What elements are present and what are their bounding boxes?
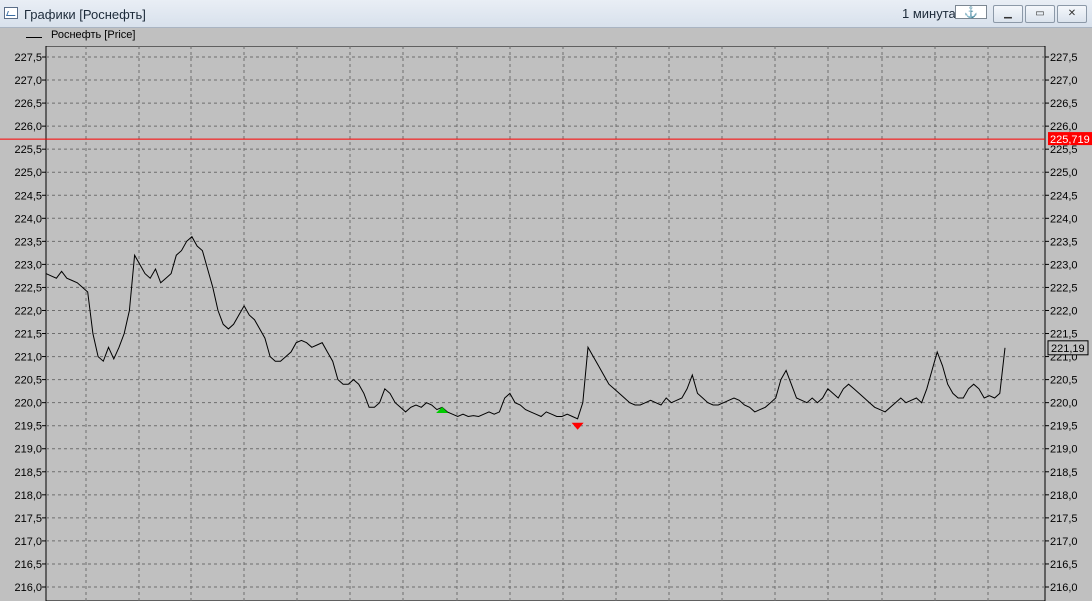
left-tick-label: 220,5 <box>14 375 42 387</box>
right-tick-label: 227,0 <box>1050 75 1078 87</box>
left-tick-label: 226,5 <box>14 98 42 110</box>
level-value-label: 225,719 <box>1050 134 1090 146</box>
right-tick-label: 219,0 <box>1050 444 1078 456</box>
right-tick-label: 216,5 <box>1050 559 1078 571</box>
right-tick-label: 218,5 <box>1050 467 1078 479</box>
left-tick-label: 227,5 <box>14 52 42 64</box>
close-icon[interactable]: ✕ <box>1057 5 1087 23</box>
right-tick-label: 226,5 <box>1050 98 1078 110</box>
right-tick-label: 224,0 <box>1050 213 1078 225</box>
price-chart[interactable]: 227,5 227,0 226,5 226,0 225,5 225,0 224,5 224,0… <box>0 46 1092 601</box>
right-tick-label: 220,5 <box>1050 375 1078 387</box>
left-tick-label: 226,0 <box>14 121 42 133</box>
minimize-icon[interactable]: ▁ <box>993 5 1023 23</box>
right-tick-label: 225,0 <box>1050 167 1078 179</box>
left-tick-label: 219,5 <box>14 421 42 433</box>
interval-label[interactable]: 1 минута <box>902 6 956 21</box>
price-line <box>45 235 1006 420</box>
right-tick-label: 222,5 <box>1050 282 1078 294</box>
right-tick-label: 216,0 <box>1050 582 1078 594</box>
right-tick-label: 217,5 <box>1050 513 1078 525</box>
right-tick-label: 220,0 <box>1050 398 1078 410</box>
chart-legend: Роснефть [Price] <box>0 28 1092 46</box>
right-tick-label: 217,0 <box>1050 536 1078 548</box>
left-tick-label: 223,0 <box>14 259 42 271</box>
chart-window-icon <box>4 7 18 19</box>
anchor-icon[interactable]: ⚓ <box>955 5 987 19</box>
left-tick-label: 224,0 <box>14 213 42 225</box>
left-tick-label: 216,0 <box>14 582 42 594</box>
left-tick-label: 225,5 <box>14 144 42 156</box>
right-tick-label: 222,0 <box>1050 305 1078 317</box>
right-tick-label: 227,5 <box>1050 52 1078 64</box>
price-series <box>45 235 1006 420</box>
right-tick-label: 226,0 <box>1050 121 1078 133</box>
left-tick-label: 218,0 <box>14 490 42 502</box>
left-tick-label: 224,5 <box>14 190 42 202</box>
left-tick-label: 216,5 <box>14 559 42 571</box>
chart-grid <box>45 46 1046 601</box>
right-tick-label: 224,5 <box>1050 190 1078 202</box>
legend-label: Роснефть [Price] <box>51 29 136 41</box>
left-price-axis: 227,5 227,0 226,5 226,0 225,5 225,0 224,5 224,0… <box>14 52 46 594</box>
last-price-label: 221,19 <box>1051 343 1085 355</box>
right-tick-label: 223,5 <box>1050 236 1078 248</box>
left-tick-label: 221,0 <box>14 352 42 364</box>
right-tick-label: 223,0 <box>1050 259 1078 271</box>
left-tick-label: 221,5 <box>14 329 42 341</box>
left-tick-label: 225,0 <box>14 167 42 179</box>
window-title: Графики [Роснефть] <box>24 7 146 22</box>
left-tick-label: 219,0 <box>14 444 42 456</box>
right-tick-label: 221,5 <box>1050 329 1078 341</box>
left-tick-label: 220,0 <box>14 398 42 410</box>
legend-line-swatch <box>26 37 42 38</box>
left-tick-label: 222,5 <box>14 282 42 294</box>
restore-icon[interactable]: ▭ <box>1025 5 1055 23</box>
left-tick-label: 223,5 <box>14 236 42 248</box>
left-tick-label: 217,0 <box>14 536 42 548</box>
left-tick-label: 218,5 <box>14 467 42 479</box>
right-tick-label: 219,5 <box>1050 421 1078 433</box>
buy-marker <box>436 406 449 413</box>
left-tick-label: 217,5 <box>14 513 42 525</box>
window-titlebar: Графики [Роснефть] 1 минута ⚓ ▁ ▭ ✕ <box>0 0 1092 28</box>
right-tick-label: 218,0 <box>1050 490 1078 502</box>
left-tick-label: 222,0 <box>14 305 42 317</box>
left-tick-label: 227,0 <box>14 75 42 87</box>
